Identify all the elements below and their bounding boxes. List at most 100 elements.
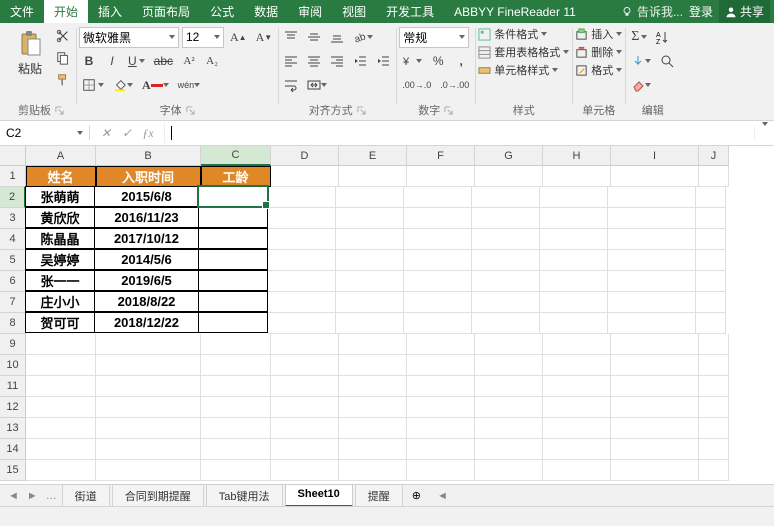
wrap-text-button[interactable] <box>281 75 301 95</box>
cell[interactable] <box>608 292 696 313</box>
cell[interactable] <box>336 313 404 334</box>
cell[interactable] <box>271 460 339 481</box>
ribbon-tab-开始[interactable]: 开始 <box>44 0 88 23</box>
cell[interactable] <box>26 355 96 376</box>
cell[interactable] <box>404 229 472 250</box>
cell[interactable] <box>475 376 543 397</box>
cancel-formula-button[interactable]: ✕ <box>96 123 116 143</box>
cell[interactable] <box>198 186 268 207</box>
cell[interactable] <box>543 355 611 376</box>
cell[interactable] <box>336 250 404 271</box>
cell[interactable] <box>336 271 404 292</box>
cell[interactable] <box>696 313 726 334</box>
cell[interactable] <box>699 376 729 397</box>
increase-indent[interactable] <box>373 51 393 71</box>
conditional-format-button[interactable]: 条件格式 <box>478 26 569 42</box>
sort-filter-button[interactable]: AZ <box>653 27 673 47</box>
cell[interactable] <box>540 229 608 250</box>
new-sheet-button[interactable]: ⊕ <box>404 489 429 502</box>
cell[interactable] <box>96 418 201 439</box>
cell[interactable] <box>201 376 271 397</box>
cell[interactable] <box>407 460 475 481</box>
select-all-corner[interactable] <box>0 146 26 166</box>
cell[interactable] <box>198 291 268 312</box>
format-cells-button[interactable]: 格式 <box>575 62 622 78</box>
align-middle[interactable] <box>304 27 324 47</box>
ribbon-tab-插入[interactable]: 插入 <box>88 0 132 23</box>
cell[interactable] <box>611 355 699 376</box>
cell[interactable] <box>198 228 268 249</box>
cell[interactable]: 姓名 <box>26 166 96 187</box>
cell[interactable] <box>696 292 726 313</box>
align-left[interactable] <box>281 51 301 71</box>
tell-me[interactable]: 告诉我... <box>621 3 683 20</box>
cell[interactable] <box>198 312 268 333</box>
cell[interactable] <box>699 439 729 460</box>
cell[interactable] <box>339 355 407 376</box>
phonetic-button[interactable]: wén <box>175 75 204 95</box>
cell-styles-button[interactable]: 单元格样式 <box>478 62 569 78</box>
cell[interactable] <box>475 166 543 187</box>
cell[interactable]: 2014/5/6 <box>94 249 199 270</box>
tabs-scroll-left[interactable]: ◄ <box>4 490 23 502</box>
fill-button[interactable] <box>628 51 654 71</box>
cell[interactable]: 2018/12/22 <box>94 312 199 333</box>
cell[interactable] <box>543 376 611 397</box>
cell[interactable] <box>407 355 475 376</box>
dialog-launcher-icon[interactable] <box>444 106 453 115</box>
ribbon-tab-公式[interactable]: 公式 <box>200 0 244 23</box>
row-header[interactable]: 9 <box>0 334 26 355</box>
cell[interactable] <box>407 397 475 418</box>
increase-font-size[interactable]: A▲ <box>227 27 250 47</box>
cell[interactable] <box>475 355 543 376</box>
cell[interactable] <box>699 166 729 187</box>
font-name-select[interactable]: 微软雅黑 <box>79 27 179 48</box>
row-header[interactable]: 7 <box>0 292 26 313</box>
sheet-tab-街道[interactable]: 街道 <box>62 484 110 507</box>
cell[interactable] <box>472 187 540 208</box>
row-header[interactable]: 3 <box>0 208 26 229</box>
cell[interactable] <box>404 313 472 334</box>
cell[interactable] <box>339 439 407 460</box>
cell[interactable] <box>608 271 696 292</box>
cell[interactable] <box>543 334 611 355</box>
cell[interactable] <box>696 271 726 292</box>
align-top[interactable] <box>281 27 301 47</box>
cell[interactable] <box>611 397 699 418</box>
cell[interactable] <box>472 208 540 229</box>
cell[interactable] <box>336 292 404 313</box>
cell[interactable] <box>26 376 96 397</box>
cell[interactable] <box>696 187 726 208</box>
clear-button[interactable] <box>628 75 654 95</box>
cell[interactable]: 工龄 <box>201 166 271 187</box>
col-header[interactable]: E <box>339 146 407 166</box>
align-center[interactable] <box>304 51 324 71</box>
cell[interactable] <box>26 334 96 355</box>
cell[interactable] <box>699 397 729 418</box>
row-header[interactable]: 6 <box>0 271 26 292</box>
cell[interactable] <box>540 250 608 271</box>
row-header[interactable]: 10 <box>0 355 26 376</box>
col-header[interactable]: D <box>271 146 339 166</box>
sheet-tab-提醒[interactable]: 提醒 <box>355 484 403 507</box>
cell[interactable] <box>472 250 540 271</box>
font-color-button[interactable]: A <box>139 75 172 95</box>
cell[interactable] <box>268 250 336 271</box>
cell[interactable] <box>201 460 271 481</box>
row-header[interactable]: 13 <box>0 418 26 439</box>
decrease-font-size[interactable]: A▼ <box>253 27 276 47</box>
cell[interactable] <box>699 355 729 376</box>
cell[interactable] <box>543 439 611 460</box>
cell[interactable] <box>271 166 339 187</box>
cell[interactable] <box>696 229 726 250</box>
cell[interactable] <box>472 313 540 334</box>
cell[interactable] <box>339 166 407 187</box>
cell[interactable] <box>404 250 472 271</box>
cell[interactable] <box>271 376 339 397</box>
subscript-button[interactable]: A₂ <box>202 51 222 71</box>
cell[interactable] <box>96 376 201 397</box>
col-header[interactable]: A <box>26 146 96 166</box>
bold-button[interactable]: B <box>79 51 99 71</box>
ribbon-tab-页面布局[interactable]: 页面布局 <box>132 0 200 23</box>
ribbon-tab-文件[interactable]: 文件 <box>0 0 44 23</box>
